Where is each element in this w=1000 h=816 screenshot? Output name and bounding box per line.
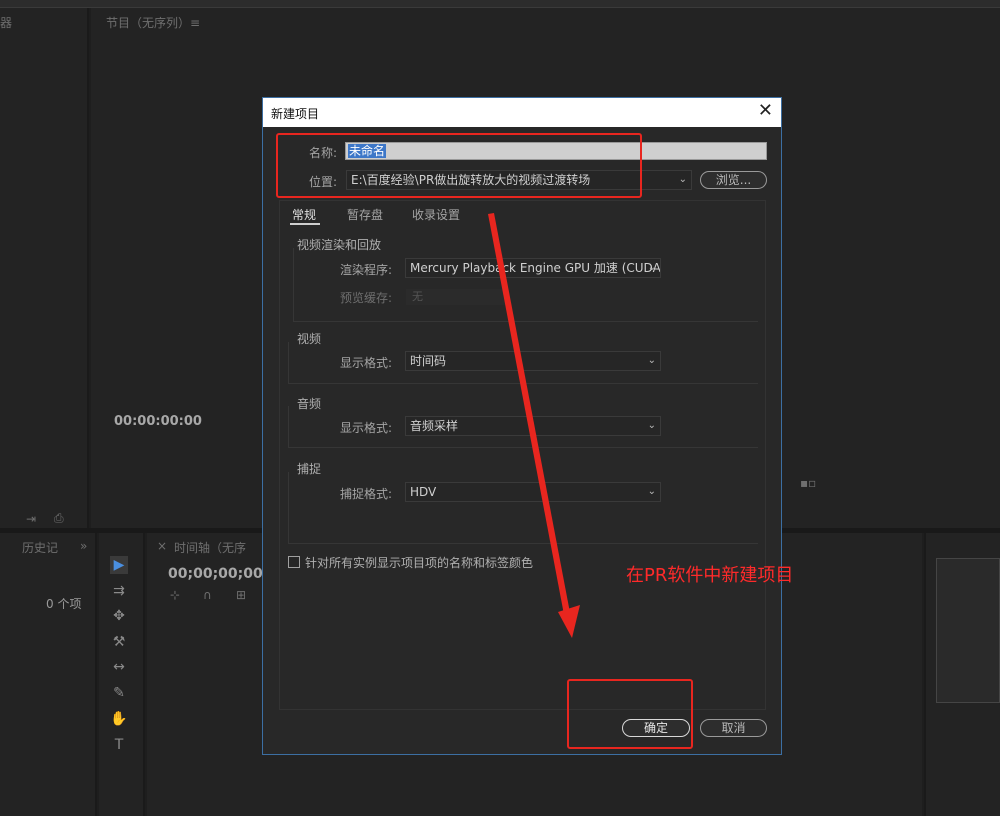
- annotation-arrow: [488, 213, 580, 638]
- annotation-text: 在PR软件中新建项目: [626, 565, 794, 586]
- annotation-arrow-shaft: [488, 213, 571, 620]
- annotation-arrow-head: [558, 605, 580, 638]
